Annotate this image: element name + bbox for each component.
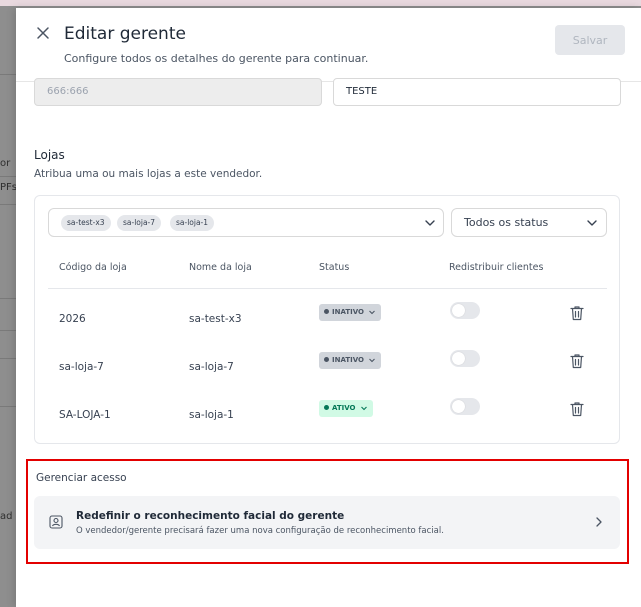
background-divider (0, 204, 16, 205)
save-button[interactable]: Salvar (555, 25, 625, 55)
status-badge[interactable]: INATIVO (319, 304, 381, 321)
store-code: SA-LOJA-1 (59, 409, 111, 421)
store-code: 2026 (59, 313, 86, 325)
store-tag: sa-loja-1 (170, 215, 215, 231)
store-tag: sa-loja-7 (117, 215, 162, 231)
chevron-down-icon (360, 406, 367, 411)
background-text-fragment: ad (0, 511, 13, 522)
chevron-down-icon (425, 220, 435, 226)
stores-card: sa-test-x3 sa-loja-7 sa-loja-1 Todos os … (34, 195, 620, 444)
background-top-strip (0, 0, 641, 6)
drawer-subtitle: Configure todos os detalhes do gerente p… (64, 52, 369, 65)
column-header-status: Status (319, 262, 350, 273)
redistribute-toggle[interactable] (450, 398, 480, 415)
reset-face-recognition-button[interactable]: Redefinir o reconhecimento facial do ger… (34, 496, 620, 549)
table-divider (48, 288, 607, 289)
chevron-down-icon (587, 220, 597, 226)
disabled-field: 666:666 (34, 78, 322, 106)
store-name: sa-loja-7 (189, 361, 234, 373)
status-filter-value: Todos os status (464, 216, 549, 229)
status-label: INATIVO (332, 356, 364, 364)
status-dot (324, 356, 329, 362)
chevron-right-icon (596, 517, 602, 527)
drawer-title: Editar gerente (64, 24, 186, 44)
status-dot (324, 404, 329, 410)
status-label: ATIVO (332, 404, 356, 412)
reset-face-recognition-description: O vendedor/gerente precisará fazer uma n… (76, 526, 444, 536)
column-header-redistribute: Redistribuir clientes (449, 262, 544, 273)
edit-manager-drawer: Editar gerente Configure todos os detalh… (16, 8, 641, 607)
toggle-knob (452, 400, 465, 413)
background-text-fragment: PFs (0, 182, 17, 193)
chevron-down-icon (369, 310, 375, 315)
stores-multiselect[interactable]: sa-test-x3 sa-loja-7 sa-loja-1 (48, 208, 444, 237)
background-divider (0, 358, 16, 359)
manage-access-section: Gerenciar acesso Redefinir o reconhecime… (26, 459, 629, 564)
background-divider (0, 406, 16, 407)
status-filter-select[interactable]: Todos os status (451, 208, 607, 237)
reset-face-recognition-title: Redefinir o reconhecimento facial do ger… (76, 510, 345, 522)
store-name: sa-test-x3 (189, 313, 242, 325)
status-badge[interactable]: INATIVO (319, 352, 381, 369)
stores-section-title: Lojas (34, 148, 65, 162)
trash-icon[interactable] (570, 305, 584, 321)
toggle-knob (452, 352, 465, 365)
trash-icon[interactable] (570, 353, 584, 369)
status-label: INATIVO (332, 308, 364, 316)
manage-access-title: Gerenciar acesso (36, 472, 127, 484)
background-divider (0, 298, 16, 299)
background-divider (0, 176, 16, 177)
stores-section-description: Atribua uma ou mais lojas a este vendedo… (34, 168, 263, 180)
status-badge[interactable]: ATIVO (319, 400, 373, 417)
background-text-fragment: or (0, 158, 11, 169)
close-icon[interactable] (34, 24, 52, 42)
column-header-code: Código da loja (59, 262, 127, 273)
trash-icon[interactable] (570, 401, 584, 417)
column-header-name: Nome da loja (189, 262, 252, 273)
redistribute-toggle[interactable] (450, 350, 480, 367)
name-field[interactable]: TESTE (333, 78, 621, 106)
status-dot (324, 308, 329, 314)
background-divider (0, 330, 16, 331)
face-id-icon (49, 515, 63, 529)
redistribute-toggle[interactable] (450, 302, 480, 319)
background-divider (0, 74, 16, 75)
chevron-down-icon (369, 358, 375, 363)
store-name: sa-loja-1 (189, 409, 234, 421)
store-code: sa-loja-7 (59, 361, 104, 373)
store-tag: sa-test-x3 (61, 215, 111, 231)
toggle-knob (452, 304, 465, 317)
drawer-header: Editar gerente Configure todos os detalh… (16, 8, 641, 82)
